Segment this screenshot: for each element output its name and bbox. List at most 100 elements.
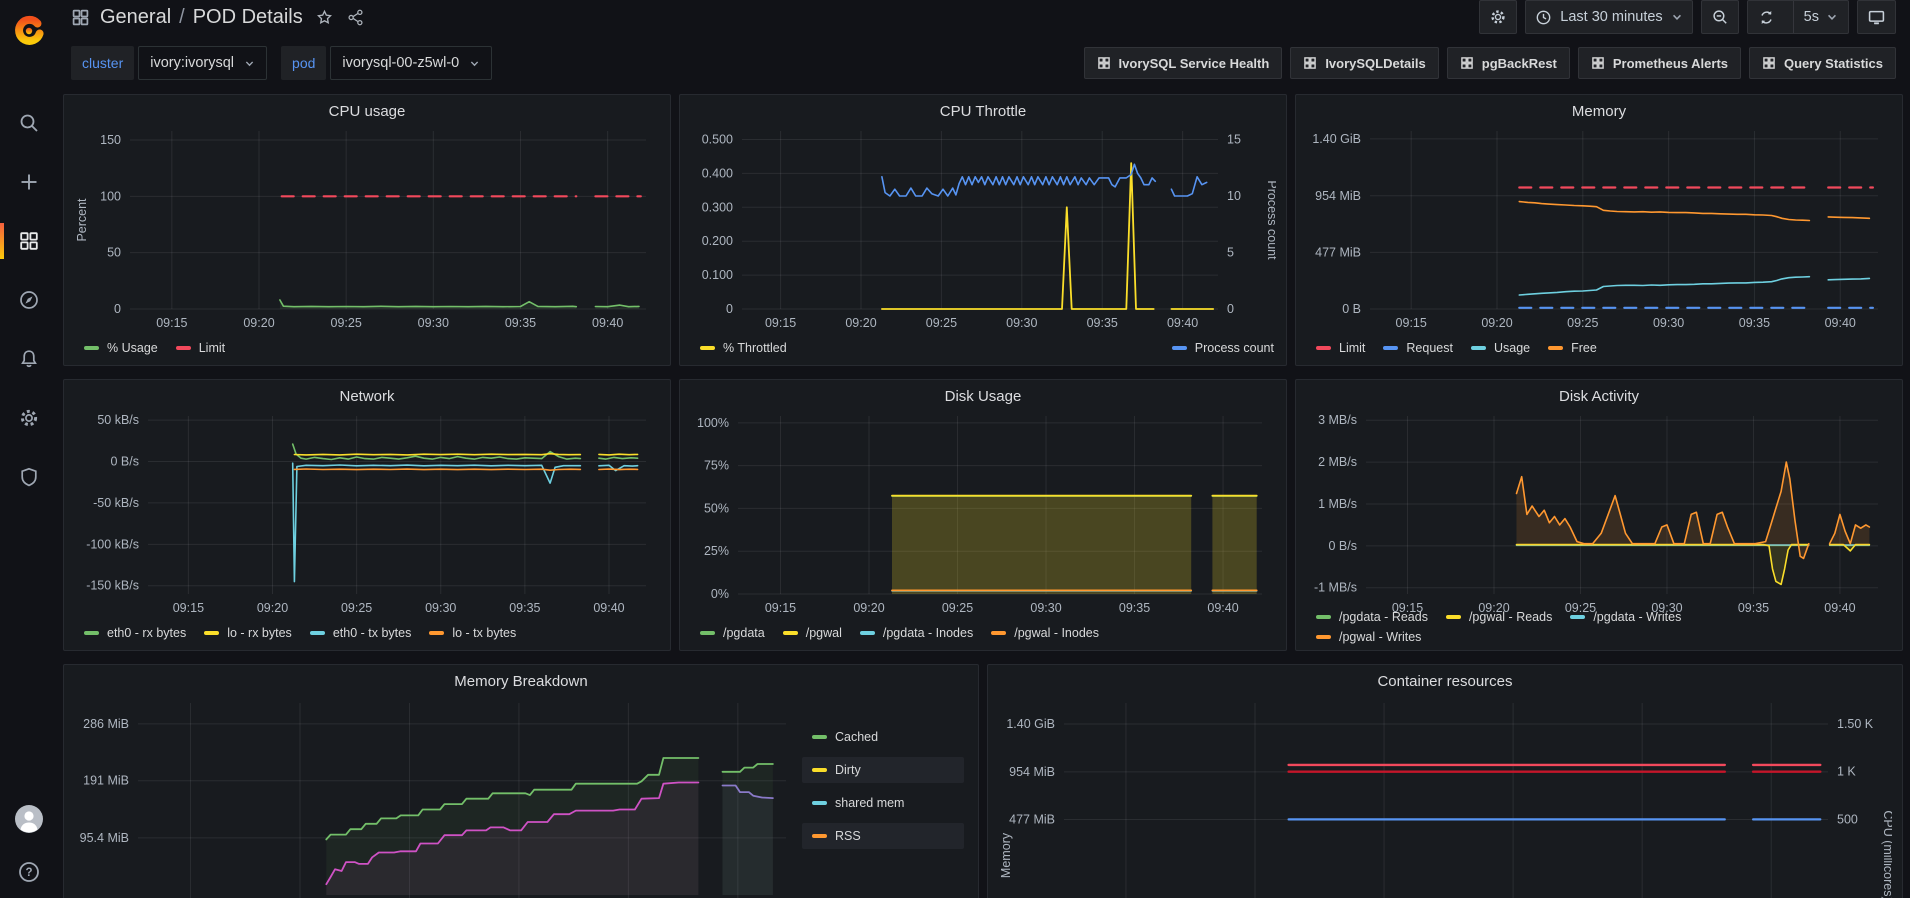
legend-item-lo-rx-bytes[interactable]: lo - rx bytes: [204, 626, 292, 640]
sidebar-item-configuration[interactable]: [0, 407, 57, 429]
variable-cluster: cluster ivory:ivorysql: [71, 46, 267, 80]
legend-label: /pgwal - Writes: [1339, 630, 1421, 644]
legend-item-cached[interactable]: Cached: [802, 724, 964, 750]
legend-color-swatch: [429, 631, 444, 635]
x-tick-label: 09:35: [509, 601, 540, 615]
breadcrumb-section[interactable]: General: [100, 6, 171, 29]
y-tick-label: 191 MiB: [83, 774, 129, 788]
legend-item--pgdata[interactable]: /pgdata: [700, 626, 765, 640]
dashboard-link-ivorysql-service-health[interactable]: IvorySQL Service Health: [1084, 47, 1283, 79]
chart-cpu-throttle[interactable]: 09:1509:2009:2509:3009:3509:4000.1000.20…: [690, 123, 1276, 335]
legend-item-dirty[interactable]: Dirty: [802, 757, 964, 783]
sidebar-item-profile[interactable]: [14, 804, 44, 834]
legend-item--pgdata-inodes[interactable]: /pgdata - Inodes: [860, 626, 973, 640]
sidebar-item-search[interactable]: [0, 112, 57, 134]
panel-title[interactable]: Memory: [1306, 101, 1892, 123]
star-dashboard-button[interactable]: [315, 8, 334, 27]
zoom-out-button[interactable]: [1701, 0, 1739, 34]
chart-memory-breakdown[interactable]: 95.4 MiB191 MiB286 MiB: [74, 693, 796, 898]
time-range-picker[interactable]: Last 30 minutes: [1525, 0, 1692, 34]
chart-area: 09:1509:2009:2509:3009:3509:40-1 MB/s0 B…: [1306, 408, 1892, 608]
sidebar-item-server-admin[interactable]: [0, 466, 57, 488]
refresh-interval-dropdown[interactable]: 5s: [1793, 1, 1848, 33]
legend-item-shared-mem[interactable]: shared mem: [802, 790, 964, 816]
legend-item--usage[interactable]: % Usage: [84, 341, 158, 355]
dashboard-link-pgbackrest[interactable]: pgBackRest: [1447, 47, 1570, 79]
panel-title[interactable]: Memory Breakdown: [74, 671, 968, 693]
chevron-down-icon: [469, 58, 480, 69]
y-tick-label: 50%: [704, 501, 729, 515]
help-icon: ?: [17, 860, 41, 884]
x-tick-label: 09:15: [156, 316, 187, 330]
legend-item-eth0-tx-bytes[interactable]: eth0 - tx bytes: [310, 626, 412, 640]
chart-area: 09:1509:2009:2509:3009:3509:400%25%50%75…: [690, 408, 1276, 620]
chart-disk-usage[interactable]: 09:1509:2009:2509:3009:3509:400%25%50%75…: [690, 408, 1276, 620]
grafana-logo[interactable]: [10, 12, 48, 50]
sidebar-item-create[interactable]: [0, 171, 57, 193]
panel-title[interactable]: Disk Usage: [690, 386, 1276, 408]
chart-memory[interactable]: 09:1509:2009:2509:3009:3509:400 B477 MiB…: [1306, 123, 1892, 335]
legend-item-free[interactable]: Free: [1548, 341, 1597, 355]
legend-item-lo-tx-bytes[interactable]: lo - tx bytes: [429, 626, 516, 640]
chart-container-resources[interactable]: 477 MiB954 MiB1.40 GiB5001 K1.50 KMemory…: [998, 693, 1892, 898]
legend-label: /pgwal - Inodes: [1014, 626, 1099, 640]
sidebar-item-alerting[interactable]: [0, 348, 57, 370]
panel-title[interactable]: Container resources: [998, 671, 1892, 693]
refresh-picker: 5s: [1747, 0, 1849, 34]
legend-color-swatch: [84, 631, 99, 635]
chart-disk-activity[interactable]: 09:1509:2009:2509:3009:3509:40-1 MB/s0 B…: [1306, 408, 1892, 620]
dashboard-link-ivorysqldetails[interactable]: IvorySQLDetails: [1290, 47, 1438, 79]
y-tick-label: 1.40 GiB: [1006, 717, 1055, 731]
series-line: [1517, 545, 1809, 585]
legend-item--throttled[interactable]: % Throttled: [700, 341, 787, 355]
legend-item-rss[interactable]: RSS: [802, 823, 964, 849]
kiosk-mode-button[interactable]: [1857, 0, 1896, 34]
sidebar-item-help[interactable]: ?: [14, 860, 44, 884]
legend-item-usage[interactable]: Usage: [1471, 341, 1530, 355]
dashboard-settings-button[interactable]: [1479, 0, 1517, 34]
star-icon: [315, 8, 334, 27]
panel-title[interactable]: CPU Throttle: [690, 101, 1276, 123]
monitor-icon: [1867, 8, 1886, 27]
chart-cpu-usage[interactable]: 09:1509:2009:2509:3009:3509:40050100150P…: [74, 123, 660, 335]
legend-item--pgwal-writes[interactable]: /pgwal - Writes: [1316, 630, 1421, 644]
variable-pod-label[interactable]: pod: [281, 46, 326, 80]
panel-title[interactable]: Network: [74, 386, 660, 408]
series-line: [1828, 217, 1869, 218]
legend-item-eth0-rx-bytes[interactable]: eth0 - rx bytes: [84, 626, 186, 640]
dashboard-link-query-statistics[interactable]: Query Statistics: [1749, 47, 1896, 79]
sidebar-item-dashboards[interactable]: [0, 230, 57, 252]
variable-cluster-dropdown[interactable]: ivory:ivorysql: [138, 46, 267, 80]
dashboard-link-prometheus-alerts[interactable]: Prometheus Alerts: [1578, 47, 1741, 79]
panel-memory-breakdown: Memory Breakdown 95.4 MiB191 MiB286 MiB …: [63, 664, 979, 898]
panel-title[interactable]: CPU usage: [74, 101, 660, 123]
x-tick-label: 09:40: [592, 316, 623, 330]
sidebar-item-explore[interactable]: [0, 289, 57, 311]
x-tick-label: 09:15: [765, 316, 796, 330]
x-tick-label: 09:35: [1087, 316, 1118, 330]
legend-item--pgwal-inodes[interactable]: /pgwal - Inodes: [991, 626, 1099, 640]
zoom-out-icon: [1711, 8, 1729, 26]
legend-item-process-count[interactable]: Process count: [1172, 341, 1274, 355]
refresh-button[interactable]: [1748, 1, 1785, 33]
panel-title[interactable]: Disk Activity: [1306, 386, 1892, 408]
x-tick-label: 09:40: [593, 601, 624, 615]
x-tick-label: 09:25: [1565, 601, 1596, 615]
share-dashboard-button[interactable]: [346, 8, 365, 27]
y-tick-label: 0.300: [702, 200, 733, 214]
series-fill: [1517, 462, 1809, 558]
legend-item--pgwal[interactable]: /pgwal: [783, 626, 842, 640]
dashboards-icon: [18, 230, 40, 252]
variable-cluster-label[interactable]: cluster: [71, 46, 134, 80]
legend-item-request[interactable]: Request: [1383, 341, 1453, 355]
legend-color-swatch: [176, 346, 191, 350]
chart-network[interactable]: 09:1509:2009:2509:3009:3509:40-150 kB/s-…: [74, 408, 660, 620]
x-tick-label: 09:30: [425, 601, 456, 615]
y-tick-label: 75%: [704, 459, 729, 473]
series-fill: [1517, 545, 1809, 585]
series-fill: [1212, 496, 1256, 594]
legend-item-limit[interactable]: Limit: [1316, 341, 1365, 355]
legend-item-limit[interactable]: Limit: [176, 341, 225, 355]
variable-pod-dropdown[interactable]: ivorysql-00-z5wl-0: [330, 46, 492, 80]
y-tick-label: 3 MB/s: [1318, 413, 1357, 427]
